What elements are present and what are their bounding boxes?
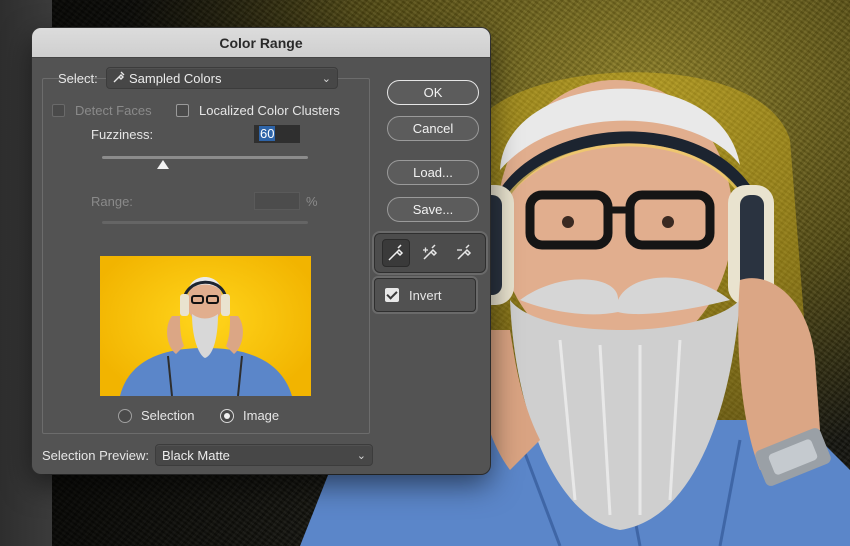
preview-radio-selection[interactable]: Selection [118,408,194,423]
save-button[interactable]: Save... [387,197,479,222]
invert-option[interactable]: Invert [374,278,476,312]
fuzziness-row: Fuzziness: [91,127,153,142]
eyedropper-tool-group [374,233,486,273]
chevron-down-icon: ⌄ [321,72,331,85]
invert-checkbox[interactable] [385,288,399,302]
localized-clusters-checkbox[interactable] [176,104,189,117]
range-label: Range: [91,194,133,209]
range-slider-track[interactable] [102,221,308,224]
detect-faces-row: Detect Faces [52,103,152,118]
eyedropper-minus-icon[interactable] [450,239,478,267]
detect-faces-checkbox[interactable] [52,104,65,117]
range-row: Range: [91,194,133,209]
range-percent-unit: % [306,194,318,209]
dialog-title: Color Range [32,28,490,58]
range-input[interactable] [254,192,300,210]
color-range-dialog: Color Range Select: Sampled Colors ⌄ Det… [32,28,490,474]
image-radio[interactable] [220,408,234,423]
eyedropper-plus-icon[interactable] [416,239,444,267]
selection-preview-value: Black Matte [162,447,230,463]
fuzziness-slider-thumb[interactable] [157,160,169,169]
fuzziness-slider-track[interactable] [102,156,308,159]
localized-clusters-row: Localized Color Clusters [176,103,340,118]
selection-preview-row: Selection Preview: Black Matte ⌄ [42,444,373,466]
select-dropdown[interactable]: Sampled Colors ⌄ [106,67,338,89]
image-radio-label: Image [243,408,280,423]
chevron-down-icon: ⌄ [356,449,366,462]
fuzziness-label: Fuzziness: [91,127,154,142]
eyedropper-icon[interactable] [382,239,410,267]
selection-radio[interactable] [118,408,132,423]
invert-label: Invert [409,287,442,303]
detect-faces-label: Detect Faces [75,103,152,118]
eyedropper-icon [113,71,125,86]
select-label: Select: [58,70,98,86]
select-row: Select: Sampled Colors ⌄ [58,67,338,89]
select-value: Sampled Colors [129,70,222,86]
selection-preview-dropdown[interactable]: Black Matte ⌄ [155,444,373,466]
ok-button[interactable]: OK [387,80,479,105]
selection-preview-label: Selection Preview: [42,447,149,463]
cancel-button[interactable]: Cancel [387,116,479,141]
preview-thumbnail [100,256,311,396]
selection-radio-label: Selection [141,408,195,423]
preview-radio-image[interactable]: Image [220,408,279,423]
fuzziness-input[interactable]: 60 [254,125,300,143]
fuzziness-value: 60 [259,126,276,141]
load-button[interactable]: Load... [387,160,479,185]
preview-image [120,277,292,396]
localized-clusters-label: Localized Color Clusters [199,103,340,118]
